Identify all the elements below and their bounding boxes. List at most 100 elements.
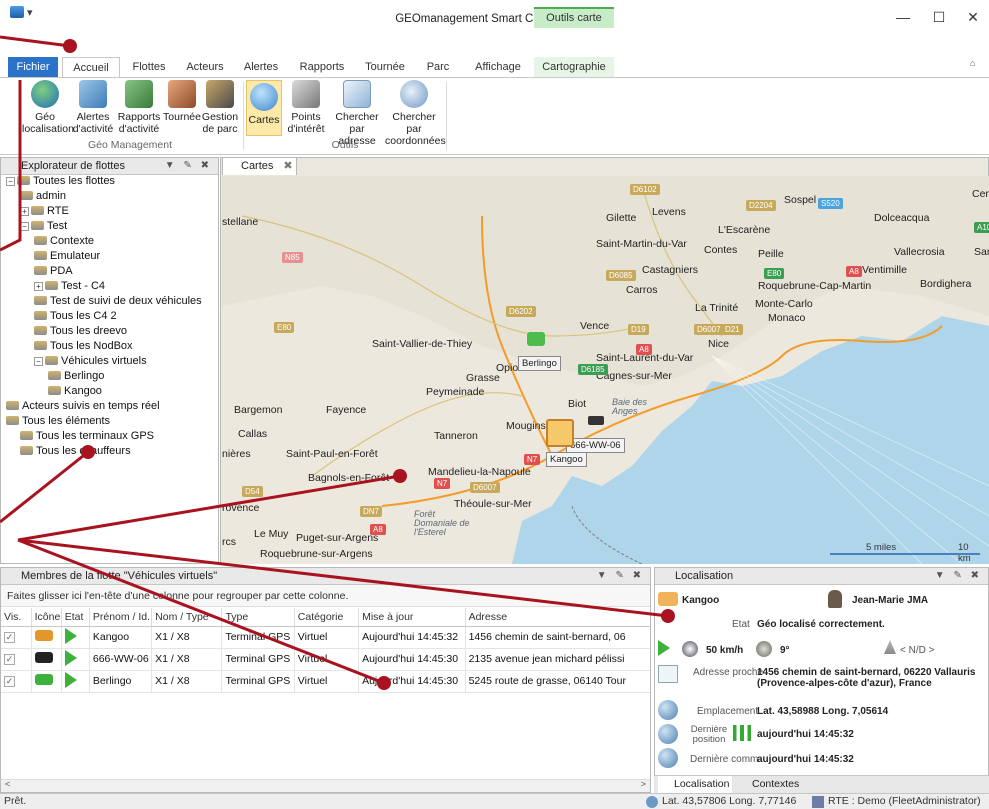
road-shield: E80	[764, 268, 785, 279]
vehicle-icon-berlingo[interactable]	[527, 332, 545, 346]
tab-localisation[interactable]: Localisation	[658, 776, 732, 793]
tree-item[interactable]: Tous les chauffeurs	[20, 444, 131, 458]
points-interet-button[interactable]: Points d'intérêt	[284, 80, 328, 135]
chercher-adresse-button[interactable]: Chercher par adresse	[332, 80, 382, 147]
column-header[interactable]: Vis.	[1, 608, 32, 627]
tree-item[interactable]: Tous les NodBox	[34, 339, 133, 353]
tab-cartographie[interactable]: Cartographie	[534, 57, 614, 77]
tab-rapports[interactable]: Rapports	[292, 57, 352, 77]
tree-item[interactable]: Tous les dreevo	[34, 324, 127, 338]
vehicle-marker-666-ww-06[interactable]: 666-WW-06	[566, 438, 625, 453]
address-search-icon[interactable]	[658, 665, 678, 683]
map-canvas[interactable]: Sospel Dolceacqua Levens Gilette L'Escarène S…	[222, 176, 989, 564]
fleet-icon	[20, 191, 33, 200]
tree-item[interactable]: Berlingo	[48, 369, 104, 383]
geolocalisation-button[interactable]: Géo localisation	[22, 80, 74, 135]
tree-item[interactable]: admin	[20, 189, 66, 203]
gestion-parc-button[interactable]: Gestion de parc	[200, 80, 240, 135]
tab-flottes[interactable]: Flottes	[126, 57, 172, 77]
table-row[interactable]: ✓ 666-WW-06 X1 / X8 Terminal GPS Virtuel Aujo…	[1, 648, 650, 671]
maximize-button[interactable]: ☐	[924, 6, 954, 28]
tab-affichage[interactable]: Affichage	[468, 57, 528, 77]
table-row[interactable]: ✓ Berlingo X1 / X8 Terminal GPS Virtuel Aujou…	[1, 670, 650, 693]
tab-parc[interactable]: Parc	[418, 57, 458, 77]
grid-cell	[61, 670, 90, 693]
play-icon[interactable]	[658, 640, 670, 659]
column-header[interactable]: Type	[221, 608, 295, 627]
tree-item[interactable]: Contexte	[34, 234, 94, 248]
tree-item[interactable]: + Test - C4	[34, 279, 105, 293]
road-shield: N7	[524, 454, 541, 465]
column-header[interactable]: Catégorie	[294, 608, 360, 627]
panel-controls-icon[interactable]: ▼ ✎ ✖	[165, 158, 212, 174]
vehicle-icon-666-ww-06[interactable]	[588, 416, 604, 425]
column-header[interactable]: Nom / Type	[151, 608, 223, 627]
vehicle-marker-berlingo[interactable]: Berlingo	[518, 356, 561, 371]
expand-icon[interactable]: +	[20, 207, 29, 216]
visibility-checkbox[interactable]: ✓	[4, 632, 15, 643]
road-shield: A8	[370, 524, 386, 535]
minimize-button[interactable]: —	[888, 6, 918, 28]
tree-item-label: Berlingo	[64, 370, 105, 382]
visibility-checkbox[interactable]: ✓	[4, 654, 15, 665]
column-header[interactable]: Adresse	[465, 608, 650, 627]
tree-item[interactable]: Tous les éléments	[6, 414, 110, 428]
horizontal-scrollbar[interactable]: < >	[1, 779, 650, 792]
tree-item[interactable]: Test de suivi de deux véhicules	[34, 294, 202, 308]
ribbon-collapse-icon[interactable]: ⌂	[970, 58, 975, 68]
scroll-right-icon[interactable]: >	[641, 779, 646, 789]
group-by-hint[interactable]: Faites glisser ici l'en-tête d'une colon…	[1, 585, 650, 607]
alertes-activite-button[interactable]: Alertes d'activité	[70, 80, 116, 135]
tab-contextes[interactable]: Contextes	[738, 776, 818, 793]
tab-accueil[interactable]: Accueil	[62, 57, 120, 78]
tree-item-label: Test de suivi de deux véhicules	[50, 295, 202, 307]
collapse-icon[interactable]: −	[6, 177, 15, 186]
members-grid: Vis. Icône Etat Prénom / Id. Nom / Type Type C…	[1, 608, 650, 778]
column-header[interactable]: Mise à jour	[358, 608, 466, 627]
tree-item[interactable]: PDA	[34, 264, 73, 278]
table-row[interactable]: ✓ Kangoo X1 / X8 Terminal GPS Virtuel Aujourd…	[1, 626, 650, 649]
column-header[interactable]: Etat	[61, 608, 90, 627]
tree-item[interactable]: Tous les terminaux GPS	[20, 429, 154, 443]
cartes-button[interactable]: Cartes	[246, 80, 282, 136]
cartes-label: Cartes	[248, 114, 280, 126]
vehicle-icon-kangoo[interactable]	[546, 419, 574, 447]
collapse-icon[interactable]: −	[34, 357, 43, 366]
vehicle-marker-kangoo[interactable]: Kangoo	[546, 452, 587, 467]
search-coords-icon	[400, 80, 428, 108]
chercher-coordonnees-button[interactable]: Chercher par coordonnées	[385, 80, 446, 147]
tree-item[interactable]: Kangoo	[48, 384, 102, 398]
panel-controls-icon[interactable]: ▼ ✎ ✖	[935, 568, 982, 584]
rapports-activite-button[interactable]: Rapports d'activité	[116, 80, 162, 135]
column-header[interactable]: Prénom / Id.	[89, 608, 153, 627]
pin-icon	[292, 80, 320, 108]
panel-controls-icon[interactable]: ▼ ✎ ✖	[597, 568, 644, 584]
close-tab-icon[interactable]: ✖	[283, 160, 292, 172]
tab-alertes[interactable]: Alertes	[238, 57, 284, 77]
scroll-left-icon[interactable]: <	[5, 779, 10, 789]
tree-item[interactable]: + RTE	[20, 204, 69, 218]
loc-address-label: Adresse proche	[693, 667, 764, 678]
tab-cartes-document[interactable]: Cartes ✖	[222, 157, 297, 175]
expand-icon[interactable]: +	[34, 282, 43, 291]
tree-item[interactable]: − Toutes les flottes	[6, 174, 115, 188]
tab-acteurs[interactable]: Acteurs	[180, 57, 230, 77]
tree-item[interactable]: Tous les C4 2	[34, 309, 117, 323]
tournee-button[interactable]: Tournée	[162, 80, 202, 123]
tree-item-label: Acteurs suivis en temps réel	[22, 400, 160, 412]
map-town-label: Ventimille	[862, 264, 907, 276]
tab-tournee[interactable]: Tournée	[360, 57, 410, 77]
tree-item-label: Emulateur	[50, 250, 101, 262]
map-town-label: Monte-Carlo	[755, 298, 813, 310]
collapse-icon[interactable]: −	[20, 222, 29, 231]
road-shield: S520	[818, 198, 843, 209]
visibility-checkbox[interactable]: ✓	[4, 676, 15, 687]
tree-item[interactable]: − Test	[20, 219, 67, 233]
tree-item[interactable]: Acteurs suivis en temps réel	[6, 399, 160, 413]
close-button[interactable]: ✕	[958, 6, 988, 28]
column-header[interactable]: Icône	[31, 608, 62, 627]
fleet-members-title: Membres de la flotte "Véhicules virtuels…	[21, 570, 218, 582]
tree-item[interactable]: − Véhicules virtuels	[34, 354, 147, 368]
tree-item[interactable]: Emulateur	[34, 249, 100, 263]
tab-fichier[interactable]: Fichier	[8, 57, 58, 77]
